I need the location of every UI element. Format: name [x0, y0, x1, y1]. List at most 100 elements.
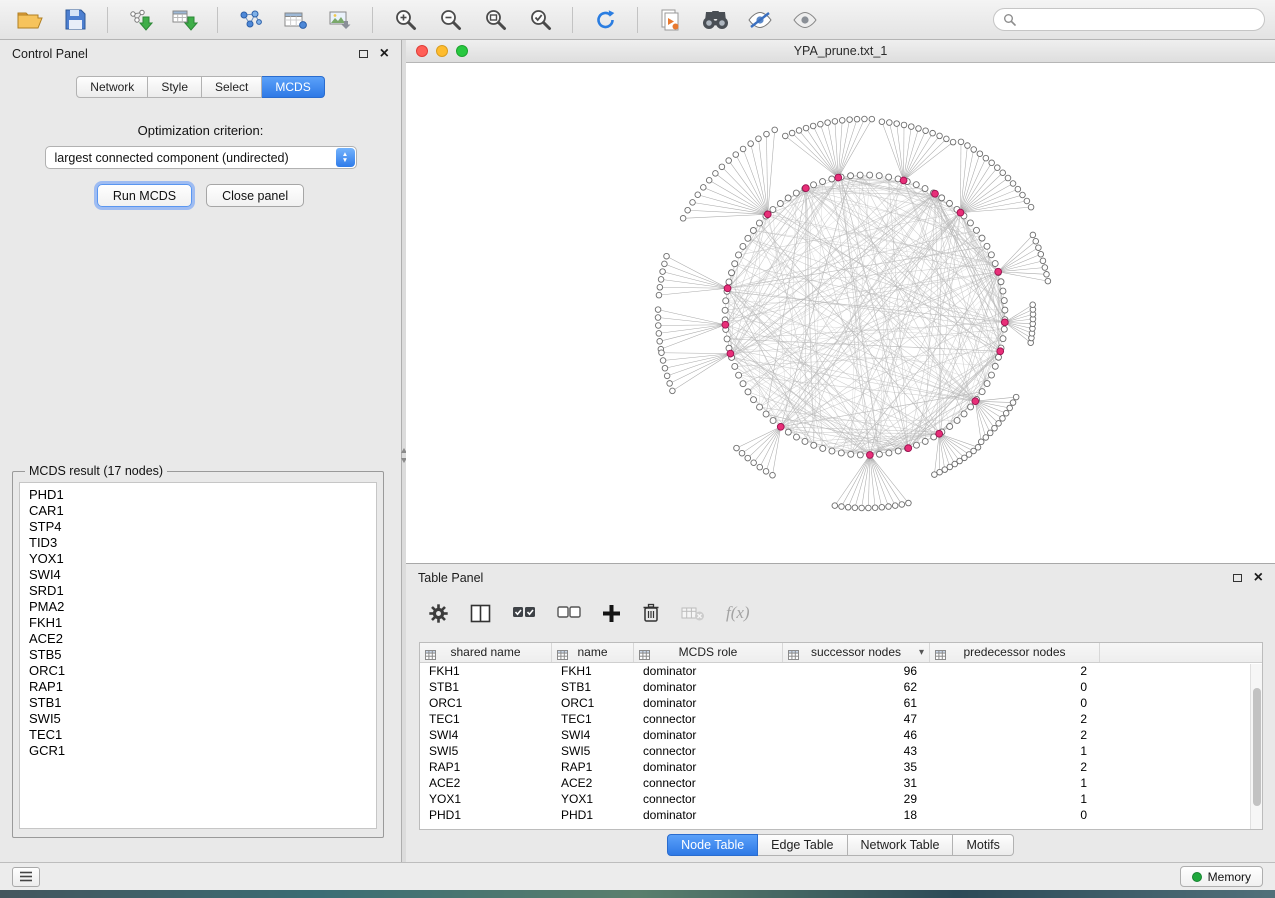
network-node[interactable]	[660, 358, 666, 364]
network-node[interactable]	[736, 252, 742, 258]
network-node[interactable]	[690, 200, 696, 206]
network-node[interactable]	[685, 207, 691, 213]
network-node[interactable]	[748, 141, 754, 147]
network-node[interactable]	[1030, 232, 1036, 238]
network-node[interactable]	[862, 116, 868, 122]
network-node[interactable]	[983, 435, 989, 441]
network-node[interactable]	[820, 179, 826, 185]
network-node[interactable]	[1002, 307, 1008, 313]
network-node[interactable]	[680, 215, 686, 221]
network-node[interactable]	[1015, 186, 1021, 192]
cell-MCDS-role[interactable]: connector	[634, 791, 783, 807]
network-node[interactable]	[1000, 336, 1006, 342]
hide-selected-icon[interactable]	[740, 4, 780, 36]
tab-select[interactable]: Select	[202, 76, 262, 98]
cell-predecessor-nodes[interactable]: 2	[930, 711, 1100, 727]
network-node[interactable]	[992, 363, 998, 369]
mcds-result-item[interactable]: SWI5	[29, 711, 367, 727]
node-ORC1[interactable]	[764, 211, 771, 218]
cell-shared-name[interactable]: YOX1	[420, 791, 552, 807]
network-node[interactable]	[913, 442, 919, 448]
show-all-icon[interactable]	[785, 4, 825, 36]
network-node[interactable]	[950, 139, 956, 145]
network-node[interactable]	[745, 389, 751, 395]
network-node[interactable]	[989, 160, 995, 166]
network-node[interactable]	[913, 182, 919, 188]
node-PHD1[interactable]	[777, 423, 784, 430]
network-node[interactable]	[757, 464, 763, 470]
mcds-result-item[interactable]: GCR1	[29, 743, 367, 759]
table-row[interactable]: ORC1ORC1dominator610	[420, 695, 1262, 711]
network-node[interactable]	[1020, 192, 1026, 198]
close-panel-icon[interactable]: ×	[380, 46, 389, 62]
network-node[interactable]	[983, 155, 989, 161]
network-node[interactable]	[998, 279, 1004, 285]
mcds-result-item[interactable]: YOX1	[29, 551, 367, 567]
show-columns-icon[interactable]	[470, 604, 491, 623]
network-node[interactable]	[1044, 271, 1050, 277]
network-node[interactable]	[894, 121, 900, 127]
cell-name[interactable]: SWI5	[552, 743, 634, 759]
network-node[interactable]	[802, 438, 808, 444]
table-row[interactable]: FKH1FKH1dominator962	[420, 663, 1262, 679]
network-node[interactable]	[852, 505, 858, 511]
status-menu-button[interactable]	[12, 867, 40, 887]
network-node[interactable]	[879, 119, 885, 125]
network-node[interactable]	[656, 292, 662, 298]
network-node[interactable]	[770, 472, 776, 478]
network-node[interactable]	[655, 323, 661, 329]
table-settings-gear-icon[interactable]	[428, 603, 449, 624]
network-node[interactable]	[656, 331, 662, 337]
table-row[interactable]: STB1STB1dominator620	[420, 679, 1262, 695]
tab-mcds[interactable]: MCDS	[262, 76, 324, 98]
mcds-result-item[interactable]: PMA2	[29, 599, 367, 615]
network-node[interactable]	[667, 381, 673, 387]
search-network-icon[interactable]	[695, 4, 735, 36]
mcds-result-item[interactable]: CAR1	[29, 503, 367, 519]
cell-name[interactable]: TEC1	[552, 711, 634, 727]
zoom-out-icon[interactable]	[430, 4, 470, 36]
network-node[interactable]	[658, 277, 664, 283]
mcds-result-list[interactable]: PHD1CAR1STP4TID3YOX1SWI4SRD1PMA2FKH1ACE2…	[19, 482, 377, 829]
cell-name[interactable]: ACE2	[552, 775, 634, 791]
cell-shared-name[interactable]: TEC1	[420, 711, 552, 727]
network-node[interactable]	[664, 373, 670, 379]
run-mcds-button[interactable]: Run MCDS	[97, 184, 192, 207]
node-RAP1[interactable]	[972, 398, 979, 405]
column-header-successor-nodes[interactable]: successor nodes▾	[783, 643, 930, 662]
network-node[interactable]	[662, 261, 668, 267]
network-node[interactable]	[706, 177, 712, 183]
table-row[interactable]: SWI5SWI5connector431	[420, 743, 1262, 759]
node-TEC1[interactable]	[1001, 319, 1008, 326]
network-node[interactable]	[793, 434, 799, 440]
network-node[interactable]	[869, 116, 875, 122]
network-node[interactable]	[857, 172, 863, 178]
cell-name[interactable]: PHD1	[552, 807, 634, 823]
cell-predecessor-nodes[interactable]: 2	[930, 759, 1100, 775]
cell-shared-name[interactable]: FKH1	[420, 663, 552, 679]
network-node[interactable]	[811, 442, 817, 448]
cell-predecessor-nodes[interactable]: 1	[930, 791, 1100, 807]
network-node[interactable]	[984, 243, 990, 249]
network-node[interactable]	[664, 253, 670, 259]
network-node[interactable]	[832, 503, 838, 509]
network-node[interactable]	[1013, 394, 1019, 400]
network-node[interactable]	[867, 172, 873, 178]
network-node[interactable]	[1038, 251, 1044, 257]
network-node[interactable]	[978, 439, 984, 445]
network-node[interactable]	[866, 505, 872, 511]
network-node[interactable]	[995, 354, 1001, 360]
refresh-view-icon[interactable]	[585, 4, 625, 36]
cell-successor-nodes[interactable]: 62	[783, 679, 930, 695]
cell-predecessor-nodes[interactable]: 2	[930, 727, 1100, 743]
search-input[interactable]	[1022, 13, 1255, 27]
network-node[interactable]	[734, 445, 740, 451]
mcds-result-item[interactable]: FKH1	[29, 615, 367, 631]
network-node[interactable]	[726, 279, 732, 285]
network-node[interactable]	[1030, 302, 1036, 308]
close-table-panel-icon[interactable]: ×	[1254, 570, 1263, 586]
network-node[interactable]	[729, 270, 735, 276]
mcds-result-item[interactable]: ACE2	[29, 631, 367, 647]
node-SWI5[interactable]	[866, 452, 873, 459]
network-node[interactable]	[1000, 416, 1006, 422]
